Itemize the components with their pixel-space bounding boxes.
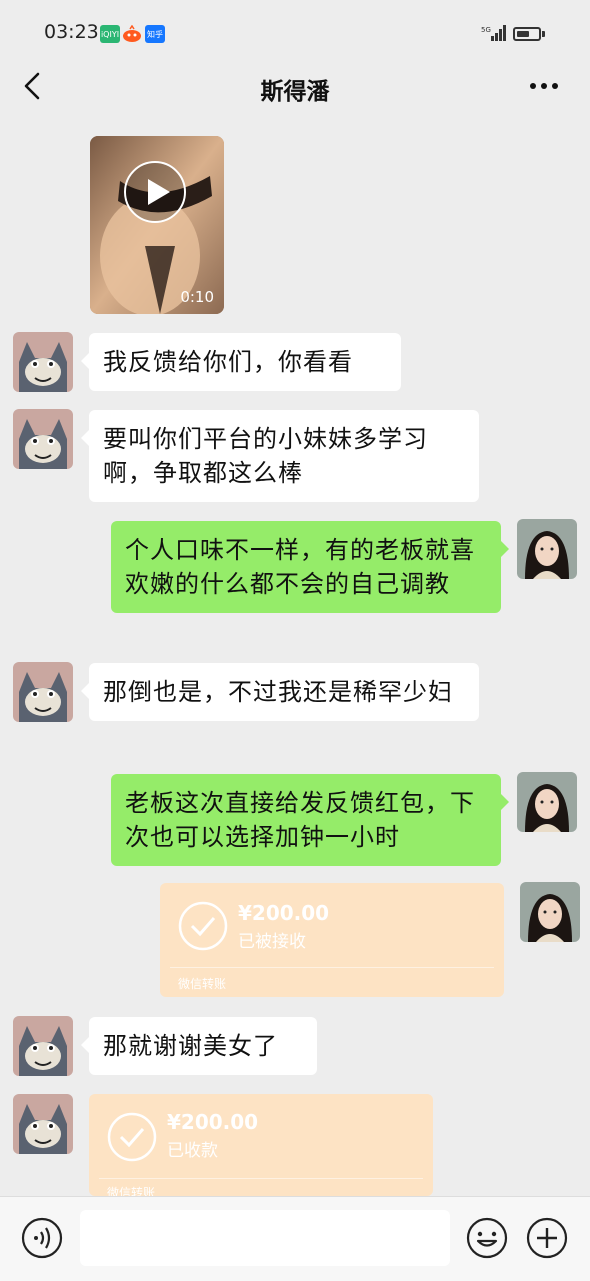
add-button[interactable] <box>525 1216 569 1260</box>
chat-title: 斯得潘 <box>260 79 330 105</box>
check-icon <box>178 901 228 951</box>
video-duration: 0:10 <box>180 288 214 306</box>
self-avatar[interactable] <box>517 519 577 579</box>
self-avatar[interactable] <box>520 882 580 942</box>
taobao-app-icon <box>122 25 142 43</box>
play-icon[interactable] <box>123 160 187 224</box>
self-avatar[interactable] <box>517 772 577 832</box>
message-bubble: 那就谢谢美女了 <box>81 1017 317 1075</box>
message-bubble: 要叫你们平台的小妹妹多学习啊，争取都这么棒 <box>81 410 479 502</box>
contact-avatar[interactable] <box>13 1016 73 1076</box>
transfer-amount: ¥200.00 <box>238 901 330 925</box>
contact-avatar[interactable] <box>13 1094 73 1154</box>
transfer-footer: 微信转账 <box>107 1186 156 1196</box>
transfer-card[interactable]: ¥200.00 已收款 微信转账 <box>89 1094 433 1196</box>
transfer-card[interactable]: ¥200.00 已被接收 微信转账 <box>160 883 504 997</box>
voice-button[interactable] <box>20 1216 64 1260</box>
emoji-button[interactable] <box>465 1216 509 1260</box>
voice-icon <box>21 1217 63 1259</box>
message-bubble: 我反馈给你们，你看看 <box>81 333 401 391</box>
transfer-footer: 微信转账 <box>178 977 227 991</box>
network-label: 5G <box>481 26 491 34</box>
battery-tip <box>542 31 545 37</box>
iqiyi-app-icon: iQIYI <box>100 25 120 43</box>
contact-avatar[interactable] <box>13 662 73 722</box>
check-icon <box>107 1112 157 1162</box>
video-message[interactable]: 0:10 <box>90 136 224 314</box>
zhihu-app-icon: 知乎 <box>145 25 165 43</box>
contact-avatar[interactable] <box>13 332 73 392</box>
transfer-divider <box>99 1178 423 1179</box>
message-bubble: 老板这次直接给发反馈红包，下次也可以选择加钟一小时 <box>111 774 509 866</box>
transfer-status: 已被接收 <box>238 932 306 952</box>
message-input[interactable] <box>80 1210 450 1266</box>
transfer-status: 已收款 <box>167 1141 218 1161</box>
more-button[interactable] <box>526 76 562 96</box>
message-bubble: 那倒也是，不过我还是稀罕少妇 <box>81 663 479 721</box>
status-bar: 03:23 iQIYI 知乎 5G <box>0 0 590 66</box>
emoji-icon <box>466 1217 508 1259</box>
transfer-amount: ¥200.00 <box>167 1110 259 1134</box>
more-dots-icon <box>530 83 558 89</box>
battery-icon <box>513 27 541 41</box>
plus-icon <box>526 1217 568 1259</box>
message-bubble: 个人口味不一样，有的老板就喜欢嫩的什么都不会的自己调教 <box>111 521 509 613</box>
battery-level <box>517 31 529 37</box>
contact-avatar[interactable] <box>13 409 73 469</box>
status-time: 03:23 <box>44 21 99 43</box>
signal-icon: 5G <box>481 24 507 42</box>
transfer-divider <box>170 967 494 968</box>
